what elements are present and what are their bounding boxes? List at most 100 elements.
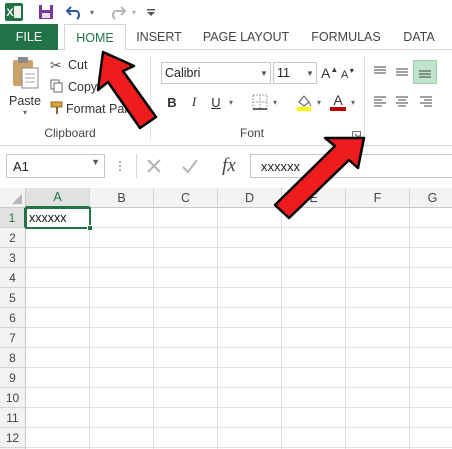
- cell-c10[interactable]: [154, 388, 218, 408]
- grow-font-button[interactable]: A ▲: [321, 64, 338, 82]
- cell-b4[interactable]: [90, 268, 154, 288]
- cell-e10[interactable]: [282, 388, 346, 408]
- row-header-11[interactable]: 11: [0, 408, 26, 428]
- cell-b7[interactable]: [90, 328, 154, 348]
- cell-f6[interactable]: [346, 308, 410, 328]
- cell-b2[interactable]: [90, 228, 154, 248]
- cell-g1[interactable]: [410, 208, 452, 228]
- bottom-align-button[interactable]: [413, 60, 437, 84]
- row-header-2[interactable]: 2: [0, 228, 26, 248]
- cell-d1[interactable]: [218, 208, 282, 228]
- cell-g3[interactable]: [410, 248, 452, 268]
- cell-e12[interactable]: [282, 428, 346, 448]
- tab-file[interactable]: FILE: [0, 24, 58, 50]
- cell-b9[interactable]: [90, 368, 154, 388]
- row-header-10[interactable]: 10: [0, 388, 26, 408]
- select-all-corner[interactable]: [0, 188, 26, 208]
- row-header-4[interactable]: 4: [0, 268, 26, 288]
- cell-g4[interactable]: [410, 268, 452, 288]
- cell-e6[interactable]: [282, 308, 346, 328]
- italic-button[interactable]: I: [184, 92, 204, 112]
- cell-g11[interactable]: [410, 408, 452, 428]
- customize-qat-icon[interactable]: [145, 2, 157, 22]
- cell-d11[interactable]: [218, 408, 282, 428]
- cell-c7[interactable]: [154, 328, 218, 348]
- row-header-7[interactable]: 7: [0, 328, 26, 348]
- cell-e4[interactable]: [282, 268, 346, 288]
- cell-c12[interactable]: [154, 428, 218, 448]
- cell-f11[interactable]: [346, 408, 410, 428]
- fill-color-button[interactable]: [294, 92, 314, 112]
- format-painter-button[interactable]: Format Painter: [50, 100, 138, 118]
- underline-button[interactable]: U: [206, 92, 226, 112]
- font-name-select[interactable]: Calibri ▼: [161, 62, 271, 84]
- cell-c11[interactable]: [154, 408, 218, 428]
- cell-e3[interactable]: [282, 248, 346, 268]
- cell-a4[interactable]: [26, 268, 90, 288]
- paste-dropdown-icon[interactable]: ▾: [23, 108, 27, 117]
- cell-g10[interactable]: [410, 388, 452, 408]
- cell-c3[interactable]: [154, 248, 218, 268]
- cell-e1[interactable]: [282, 208, 346, 228]
- cell-f3[interactable]: [346, 248, 410, 268]
- cell-b5[interactable]: [90, 288, 154, 308]
- middle-align-button[interactable]: [392, 62, 412, 82]
- redo-icon[interactable]: [106, 2, 128, 22]
- cell-e11[interactable]: [282, 408, 346, 428]
- resize-handle-icon[interactable]: [118, 158, 122, 174]
- row-header-9[interactable]: 9: [0, 368, 26, 388]
- cell-e2[interactable]: [282, 228, 346, 248]
- cell-d3[interactable]: [218, 248, 282, 268]
- cell-f10[interactable]: [346, 388, 410, 408]
- cell-g5[interactable]: [410, 288, 452, 308]
- cell-a5[interactable]: [26, 288, 90, 308]
- column-header-g[interactable]: G: [410, 188, 452, 208]
- cell-g8[interactable]: [410, 348, 452, 368]
- undo-dropdown-icon[interactable]: ▾: [87, 2, 97, 22]
- font-color-dropdown-icon[interactable]: ▾: [348, 92, 358, 112]
- cell-a9[interactable]: [26, 368, 90, 388]
- cell-c4[interactable]: [154, 268, 218, 288]
- row-header-12[interactable]: 12: [0, 428, 26, 448]
- cell-f2[interactable]: [346, 228, 410, 248]
- cell-b12[interactable]: [90, 428, 154, 448]
- font-size-select[interactable]: 11 ▼: [273, 62, 317, 84]
- name-box[interactable]: A1 ▼: [6, 154, 105, 178]
- cell-d12[interactable]: [218, 428, 282, 448]
- row-header-5[interactable]: 5: [0, 288, 26, 308]
- cancel-entry-icon[interactable]: [144, 156, 164, 176]
- cell-b11[interactable]: [90, 408, 154, 428]
- cell-c1[interactable]: [154, 208, 218, 228]
- fill-handle[interactable]: [87, 225, 93, 231]
- cell-a11[interactable]: [26, 408, 90, 428]
- column-header-c[interactable]: C: [154, 188, 218, 208]
- cell-g9[interactable]: [410, 368, 452, 388]
- cell-d10[interactable]: [218, 388, 282, 408]
- cell-b3[interactable]: [90, 248, 154, 268]
- cell-f8[interactable]: [346, 348, 410, 368]
- column-header-a[interactable]: A: [26, 188, 90, 208]
- cell-f4[interactable]: [346, 268, 410, 288]
- cell-c6[interactable]: [154, 308, 218, 328]
- align-left-button[interactable]: [370, 92, 390, 112]
- formula-input[interactable]: xxxxxx: [250, 154, 452, 178]
- cell-e7[interactable]: [282, 328, 346, 348]
- cell-a12[interactable]: [26, 428, 90, 448]
- tab-home[interactable]: HOME: [64, 24, 126, 51]
- undo-icon[interactable]: [64, 2, 86, 22]
- tab-formulas[interactable]: FORMULAS: [304, 24, 388, 50]
- cell-b10[interactable]: [90, 388, 154, 408]
- cell-c9[interactable]: [154, 368, 218, 388]
- cell-a10[interactable]: [26, 388, 90, 408]
- insert-function-button[interactable]: fx: [216, 154, 242, 178]
- row-header-6[interactable]: 6: [0, 308, 26, 328]
- align-center-button[interactable]: [392, 92, 412, 112]
- cell-c8[interactable]: [154, 348, 218, 368]
- row-header-1[interactable]: 1: [0, 208, 26, 228]
- cell-d8[interactable]: [218, 348, 282, 368]
- borders-button[interactable]: [250, 92, 270, 112]
- cell-a2[interactable]: [26, 228, 90, 248]
- column-header-e[interactable]: E: [282, 188, 346, 208]
- cell-f12[interactable]: [346, 428, 410, 448]
- cell-d2[interactable]: [218, 228, 282, 248]
